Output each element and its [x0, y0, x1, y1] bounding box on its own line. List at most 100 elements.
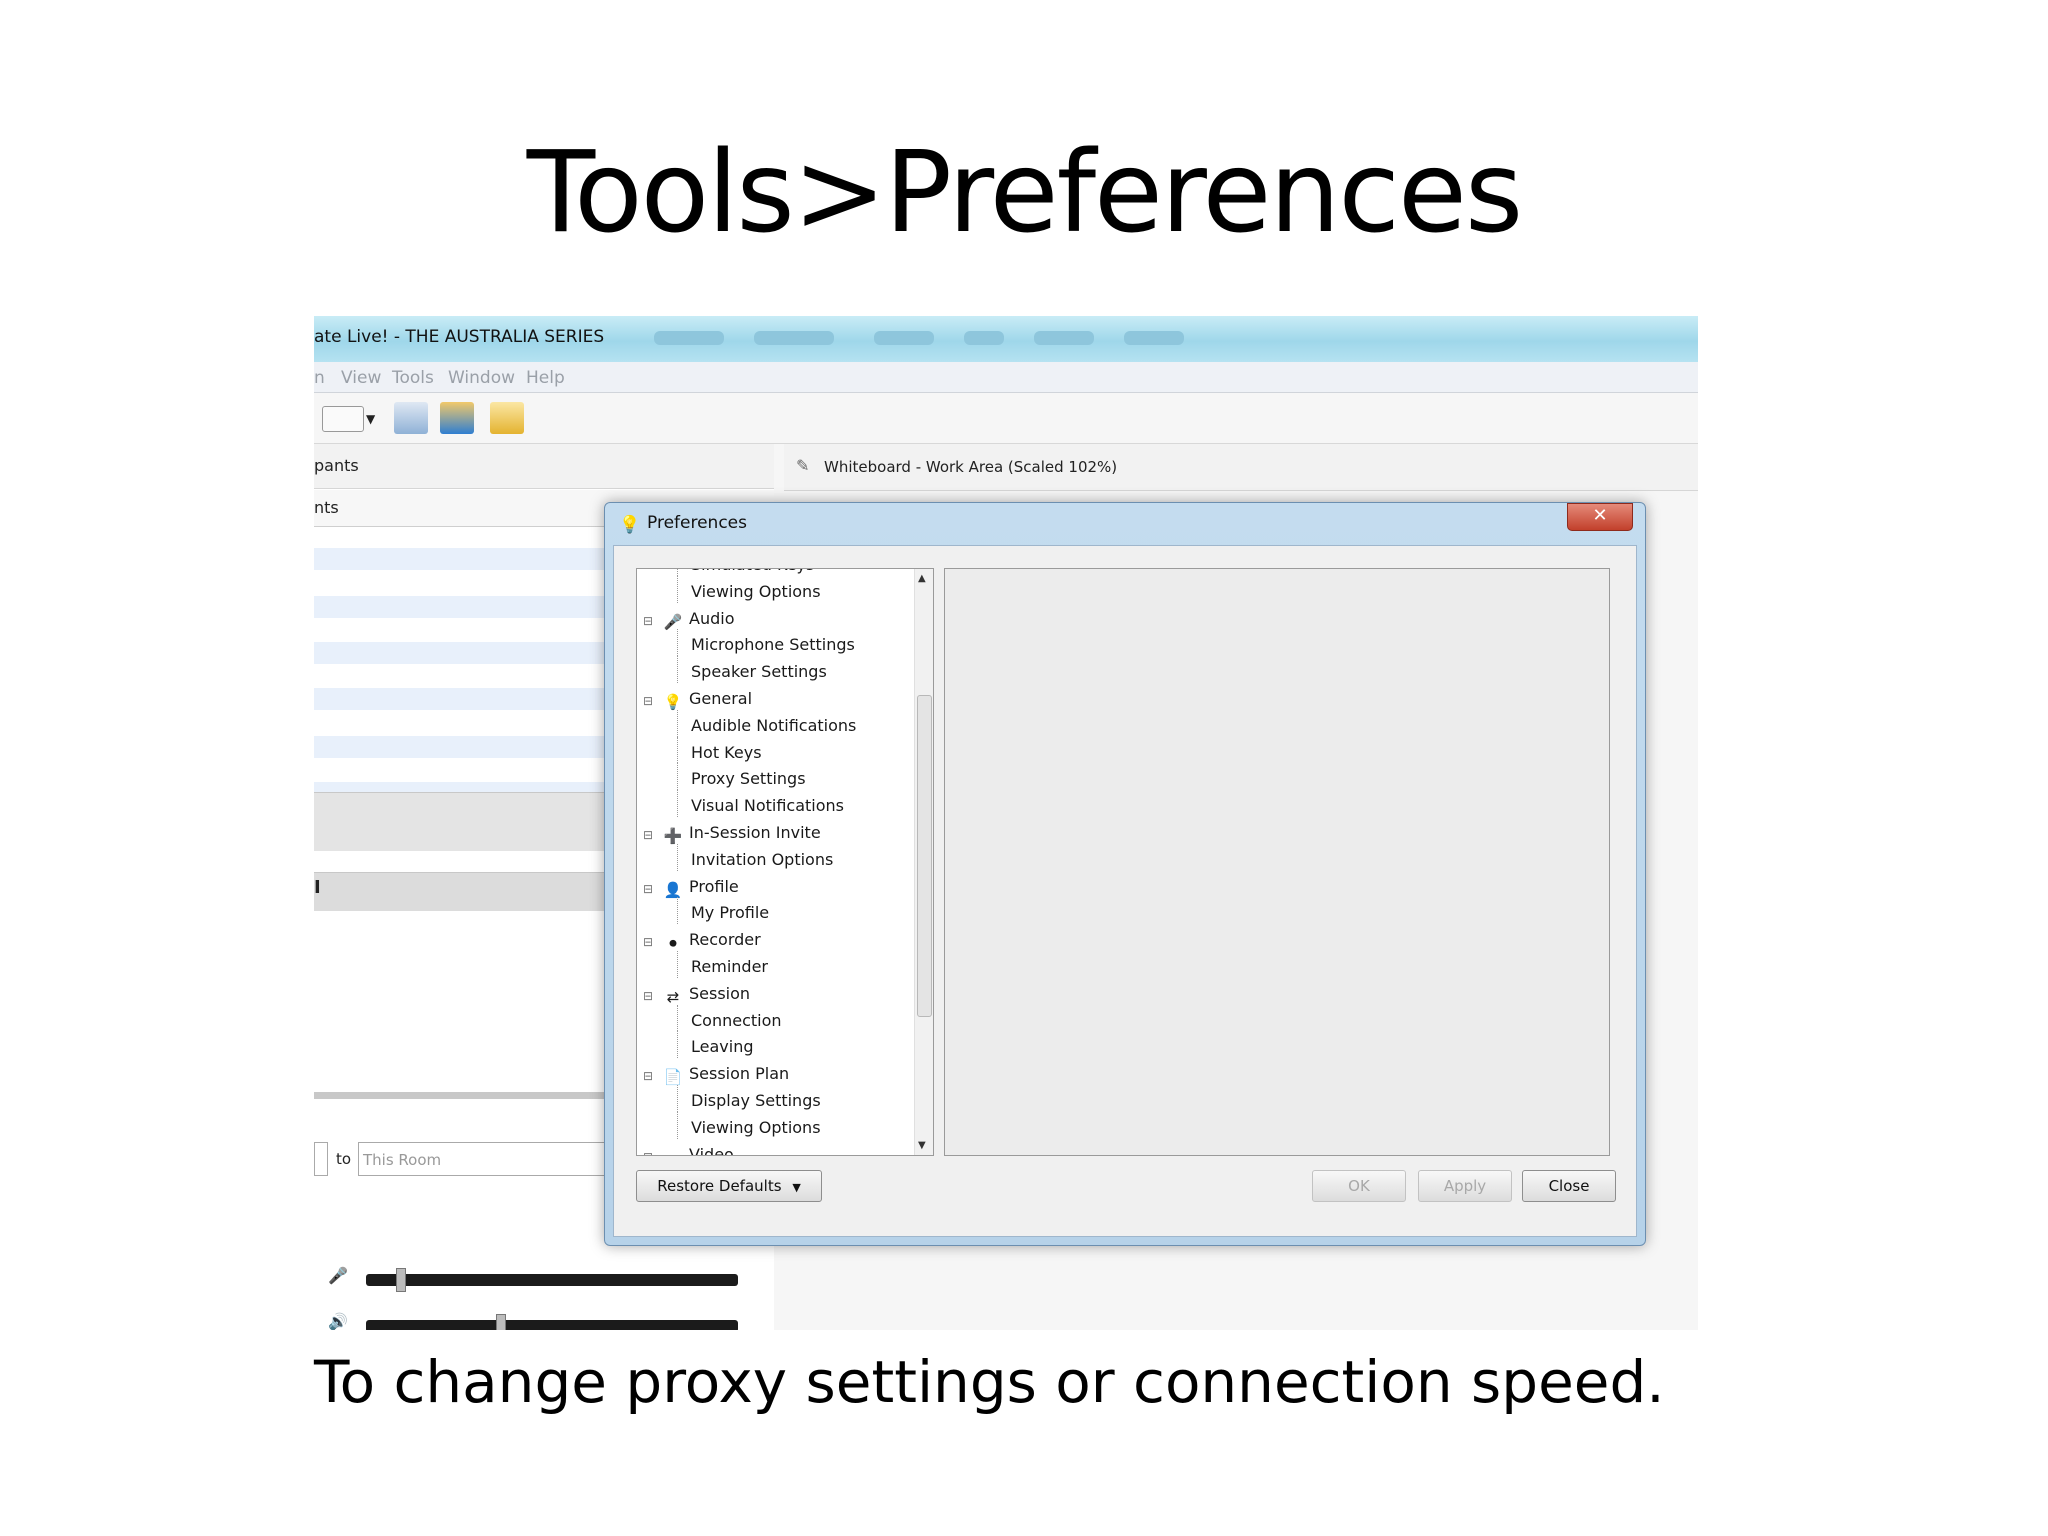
- speaker-volume-slider[interactable]: [366, 1314, 738, 1330]
- tree-item[interactable]: Viewing Options: [691, 1118, 821, 1137]
- tree-item-label: Hot Keys: [691, 742, 762, 762]
- tree-connector: [677, 629, 678, 657]
- tree-item-label: Leaving: [691, 1037, 754, 1057]
- dialog-title: Preferences: [647, 513, 747, 533]
- bulb-icon: 💡: [619, 515, 641, 535]
- tree-item[interactable]: My Profile: [691, 903, 769, 922]
- apply-button[interactable]: Apply: [1418, 1170, 1512, 1202]
- tree-item[interactable]: Audible Notifications: [691, 716, 856, 735]
- tree-collapse-icon[interactable]: ⊟: [643, 989, 653, 1003]
- tree-connector: [677, 790, 678, 817]
- share-icon[interactable]: [394, 402, 428, 434]
- tree-item[interactable]: ⏺ Recorder: [663, 930, 761, 953]
- menu-item-view[interactable]: View: [341, 368, 381, 388]
- document-icon: 📄: [663, 1068, 683, 1087]
- titlebar-blur: [754, 331, 834, 345]
- slide-title: Tools>Preferences: [526, 128, 1523, 258]
- scroll-down-icon[interactable]: ▼: [918, 1140, 926, 1151]
- tree-item-label: Recorder: [689, 930, 761, 950]
- menu-item-session[interactable]: n: [314, 368, 325, 388]
- tree-item-label: Visual Notifications: [691, 796, 844, 816]
- tree-item[interactable]: Display Settings: [691, 1091, 821, 1110]
- participants-header: pants: [314, 444, 774, 489]
- transfer-icon[interactable]: [440, 402, 474, 434]
- chevron-down-icon[interactable]: ▼: [366, 412, 375, 426]
- message-input[interactable]: [314, 1142, 328, 1176]
- row-marker: I: [314, 877, 321, 898]
- tree-item-label: Speaker Settings: [691, 662, 827, 682]
- tree-item[interactable]: 💡 General: [663, 689, 752, 711]
- tree-item[interactable]: Microphone Settings: [691, 635, 855, 654]
- slider-thumb[interactable]: [496, 1314, 506, 1330]
- tree-collapse-icon[interactable]: ⊟: [643, 1069, 653, 1083]
- slider-thumb[interactable]: [396, 1268, 406, 1292]
- tree-item[interactable]: 👤 Profile: [663, 877, 739, 899]
- tree-item-label: Reminder: [691, 957, 768, 976]
- preferences-tree[interactable]: ▲ ▼ Simulated Keys Viewing Options ⊟ 🎤 Audio…: [636, 568, 934, 1156]
- tree-item-label: Invitation Options: [691, 849, 834, 869]
- tree-item-label: Microphone Settings: [691, 635, 855, 655]
- notes-icon[interactable]: [490, 402, 524, 434]
- tree-item[interactable]: ➕ In-Session Invite: [663, 823, 821, 845]
- tree-collapse-icon[interactable]: ⊟: [643, 1150, 653, 1155]
- tree-item[interactable]: Visual Notifications: [691, 796, 844, 815]
- tree-collapse-icon[interactable]: ⊟: [643, 935, 653, 949]
- menu-item-help[interactable]: Help: [526, 368, 565, 388]
- tree-connector: [677, 897, 678, 925]
- microphone-icon: 🎤: [663, 612, 683, 631]
- tree-scrollbar[interactable]: ▲ ▼: [914, 569, 933, 1155]
- titlebar-blur: [1124, 331, 1184, 345]
- tree-item-label: Audible Notifications: [691, 715, 857, 735]
- tree-connector: [677, 763, 678, 791]
- to-label: to: [336, 1150, 352, 1168]
- tree-connector: [677, 1111, 678, 1139]
- tree-item[interactable]: Simulated Keys: [691, 569, 814, 574]
- whiteboard-header: ✎ Whiteboard - Work Area (Scaled 102%): [784, 444, 1698, 491]
- tree-connector: [677, 951, 678, 978]
- menu-item-window[interactable]: Window: [448, 368, 515, 388]
- app-titlebar: ate Live! - THE AUSTRALIA SERIES: [314, 316, 1698, 362]
- menu-item-tools[interactable]: Tools: [392, 368, 434, 388]
- window-title: ate Live! - THE AUSTRALIA SERIES: [314, 327, 605, 347]
- tree-item[interactable]: Proxy Settings: [691, 769, 806, 788]
- tree-item[interactable]: Hot Keys: [691, 743, 762, 762]
- tree-item[interactable]: ⇄ Session: [663, 984, 750, 1006]
- layout-dropdown-button[interactable]: [322, 406, 364, 432]
- whiteboard-title: Whiteboard - Work Area (Scaled 102%): [824, 458, 1118, 476]
- tree-collapse-icon[interactable]: ⊟: [643, 694, 653, 708]
- tree-collapse-icon[interactable]: ⊟: [643, 614, 653, 628]
- titlebar-blur: [1034, 331, 1094, 345]
- tree-item[interactable]: 🎤 Audio: [663, 609, 735, 631]
- tree-collapse-icon[interactable]: ⊟: [643, 828, 653, 842]
- tree-collapse-icon[interactable]: ⊟: [643, 882, 653, 896]
- tree-connector: [677, 656, 678, 683]
- tree-item-label: Session Plan: [689, 1064, 790, 1084]
- tree-item[interactable]: Viewing Options: [691, 582, 821, 601]
- ok-button[interactable]: OK: [1312, 1170, 1406, 1202]
- close-button[interactable]: Close: [1522, 1170, 1616, 1202]
- dialog-close-button[interactable]: ✕: [1567, 503, 1633, 531]
- preferences-dialog: 💡 Preferences ✕ ▲ ▼ Simulated Keys Viewin…: [604, 502, 1646, 1246]
- titlebar-blur: [654, 331, 724, 345]
- menu-bar: n View Tools Window Help: [314, 362, 1698, 393]
- microphone-volume-slider[interactable]: [366, 1268, 738, 1292]
- tree-item[interactable]: Speaker Settings: [691, 662, 827, 681]
- scroll-up-icon[interactable]: ▲: [918, 573, 926, 584]
- tree-item-label: General: [689, 689, 753, 708]
- tree-item[interactable]: Connection: [691, 1011, 782, 1030]
- tree-item-label: Proxy Settings: [691, 769, 806, 789]
- tree-connector: [677, 843, 678, 871]
- toolbar: ▼: [314, 393, 1698, 444]
- tree-item[interactable]: • Video: [663, 1145, 734, 1155]
- tree-item[interactable]: Invitation Options: [691, 850, 833, 869]
- tree-connector: [677, 569, 678, 576]
- tree-item-label: Simulated Keys: [691, 569, 814, 574]
- restore-defaults-button[interactable]: Restore Defaults ▼: [636, 1170, 822, 1202]
- scroll-thumb[interactable]: [917, 695, 932, 1017]
- app-screenshot: ate Live! - THE AUSTRALIA SERIES n View …: [314, 316, 1698, 1330]
- tree-item[interactable]: Reminder: [691, 957, 768, 976]
- tree-item[interactable]: Leaving: [691, 1037, 754, 1056]
- tree-item[interactable]: 📄 Session Plan: [663, 1064, 790, 1087]
- recorder-icon: ⏺: [669, 934, 677, 953]
- dialog-body: ▲ ▼ Simulated Keys Viewing Options ⊟ 🎤 Audio…: [613, 545, 1637, 1237]
